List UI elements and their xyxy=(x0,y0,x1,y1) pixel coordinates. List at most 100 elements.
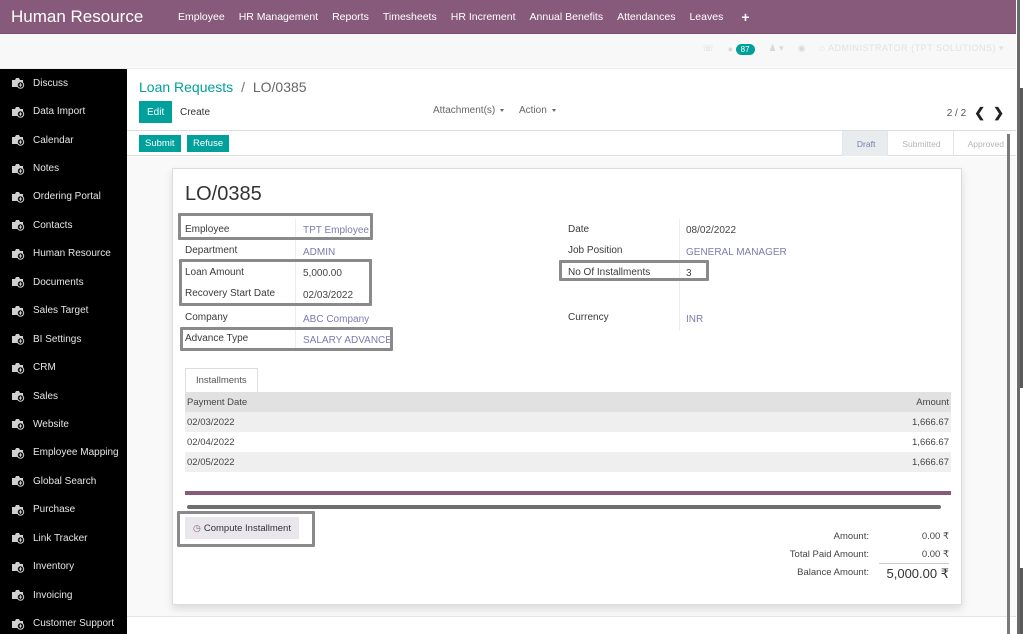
sidebar-item-label: CRM xyxy=(33,362,56,374)
pager-prev-icon[interactable]: ❮ xyxy=(974,105,985,121)
scrollbar-thumb[interactable] xyxy=(1020,568,1023,634)
sidebar-item-purchase[interactable]: Purchase xyxy=(0,496,127,524)
caret-down-icon xyxy=(551,108,556,112)
sidebar-item-label: Global Search xyxy=(33,475,97,487)
app-icon xyxy=(11,475,25,488)
balance-value: 5,000.00 ₹ xyxy=(879,562,949,582)
sidebar-item-discuss[interactable]: Discuss xyxy=(0,69,127,97)
app-icon xyxy=(11,248,25,260)
menu-attendances[interactable]: Attendances xyxy=(617,11,675,23)
payment-date-cell: 02/04/2022 xyxy=(187,436,235,448)
sidebar-item-human-resource[interactable]: Human Resource xyxy=(0,240,127,268)
activity-icon[interactable]: ♟ ▾ xyxy=(769,43,784,54)
sidebar-item-label: Contacts xyxy=(33,219,73,231)
menu-hr-management[interactable]: HR Management xyxy=(239,11,318,23)
sidebar-item-calendar[interactable]: Calendar xyxy=(0,126,127,154)
sidebar-item-label: Customer Support xyxy=(33,618,115,630)
menu-employee[interactable]: Employee xyxy=(178,11,225,23)
menu-timesheets[interactable]: Timesheets xyxy=(383,11,437,23)
amount-value: 0.00 ₹ xyxy=(921,530,949,542)
add-menu-icon[interactable]: + xyxy=(741,9,749,25)
amount-cell: 1,666.67 xyxy=(912,416,949,428)
attachments-dropdown[interactable]: Attachment(s) xyxy=(433,105,505,116)
horizontal-scrollbar[interactable] xyxy=(187,505,941,509)
app-icon xyxy=(11,77,25,89)
currency-label: Currency xyxy=(568,312,609,323)
scrollbar-thumb[interactable] xyxy=(1020,88,1023,388)
stage-submitted[interactable]: Submitted xyxy=(887,131,952,156)
phone-icon[interactable]: ☏ xyxy=(702,43,713,54)
app-icon xyxy=(11,504,25,516)
sidebar-item-documents[interactable]: Documents xyxy=(0,268,127,296)
total-paid-value: 0.00 ₹ xyxy=(921,548,949,560)
table-row[interactable]: 02/04/2022 1,666.67 xyxy=(185,432,951,452)
sidebar-item-global-search[interactable]: Global Search xyxy=(0,467,127,495)
payment-date-cell: 02/03/2022 xyxy=(187,416,235,428)
sidebar-item-inventory[interactable]: Inventory xyxy=(0,552,127,580)
job-position-field[interactable]: GENERAL MANAGER xyxy=(686,247,787,258)
totals-summary: Amount: 0.00 ₹ Total Paid Amount: 0.00 ₹… xyxy=(689,527,949,581)
breadcrumb-current: LO/0385 xyxy=(252,79,307,95)
sidebar-item-crm[interactable]: CRM xyxy=(0,353,127,381)
table-row[interactable]: 02/03/2022 1,666.67 xyxy=(185,412,951,432)
create-button[interactable]: Create xyxy=(180,101,210,123)
app-sidebar: Discuss Data Import Calendar Notes Ordering … xyxy=(0,69,127,634)
pager-next-icon[interactable]: ❯ xyxy=(993,105,1004,121)
menu-reports[interactable]: Reports xyxy=(332,11,369,23)
sidebar-item-data-import[interactable]: Data Import xyxy=(0,97,127,125)
clock-icon[interactable]: ◉ xyxy=(798,43,806,54)
balance-label: Balance Amount: xyxy=(797,566,869,578)
action-dropdown[interactable]: Action xyxy=(519,105,556,116)
form-statusbar: Submit Refuse Draft Submitted Approved xyxy=(127,131,1016,156)
sidebar-item-link-tracker[interactable]: Link Tracker xyxy=(0,524,127,552)
menu-leaves[interactable]: Leaves xyxy=(689,11,723,23)
total-amount-row: Amount: 0.00 ₹ xyxy=(689,527,949,545)
department-label: Department xyxy=(185,245,238,256)
main-menu: Employee HR Management Reports Timesheet… xyxy=(178,9,750,25)
refuse-button[interactable]: Refuse xyxy=(187,135,230,152)
pager: 2 / 2 ❮ ❯ xyxy=(947,105,1004,121)
menu-annual-benefits[interactable]: Annual Benefits xyxy=(530,11,604,23)
sidebar-item-customer-support[interactable]: Customer Support xyxy=(0,609,127,634)
sidebar-item-ordering-portal[interactable]: Ordering Portal xyxy=(0,183,127,211)
sidebar-item-employee-mapping[interactable]: Employee Mapping xyxy=(0,439,127,467)
app-icon xyxy=(11,163,25,175)
app-title[interactable]: Human Resource xyxy=(0,7,178,27)
sidebar-item-label: Documents xyxy=(33,276,84,288)
form-scrollbar[interactable] xyxy=(1007,134,1010,634)
record-title: LO/0385 xyxy=(185,183,262,205)
sidebar-item-notes[interactable]: Notes xyxy=(0,154,127,182)
sidebar-item-website[interactable]: Website xyxy=(0,410,127,438)
breadcrumb-loan-requests[interactable]: Loan Requests xyxy=(139,79,233,95)
chat-icon[interactable]: ● 87 xyxy=(728,43,755,55)
date-field[interactable]: 08/02/2022 xyxy=(686,225,736,236)
sidebar-item-sales-target[interactable]: Sales Target xyxy=(0,297,127,325)
top-navbar: Human Resource Employee HR Management Re… xyxy=(0,0,1016,34)
company-field[interactable]: ABC Company xyxy=(303,314,369,325)
edit-button[interactable]: Edit xyxy=(139,101,173,123)
highlight-box-loan xyxy=(179,259,372,306)
sidebar-item-label: Ordering Portal xyxy=(33,191,101,203)
sidebar-item-contacts[interactable]: Contacts xyxy=(0,211,127,239)
tab-installments[interactable]: Installments xyxy=(185,368,258,392)
sidebar-item-sales[interactable]: Sales xyxy=(0,382,127,410)
user-menu[interactable]: ⌂ ADMINISTRATOR (TPT SOLUTIONS) ▾ xyxy=(820,43,1005,54)
sidebar-item-label: BI Settings xyxy=(33,333,82,345)
currency-field[interactable]: INR xyxy=(686,314,703,325)
pager-value[interactable]: 2 / 2 xyxy=(947,108,966,119)
department-field[interactable]: ADMIN xyxy=(303,247,335,258)
submit-button[interactable]: Submit xyxy=(139,135,181,152)
form-sheet: LO/0385 Employee TPT Employee Department… xyxy=(172,168,962,605)
app-icon xyxy=(11,276,25,288)
systray: ☏ ● 87 ♟ ▾ ◉ ⌂ ADMINISTRATOR (TPT SOLUTI… xyxy=(702,43,1005,55)
sidebar-item-invoicing[interactable]: Invoicing xyxy=(0,581,127,609)
company-label: Company xyxy=(185,312,228,323)
sidebar-item-bi-settings[interactable]: BI Settings xyxy=(0,325,127,353)
column-amount[interactable]: Amount xyxy=(916,397,949,408)
column-payment-date[interactable]: Payment Date xyxy=(187,397,247,408)
total-paid-row: Total Paid Amount: 0.00 ₹ xyxy=(689,545,949,563)
menu-hr-increment[interactable]: HR Increment xyxy=(451,11,516,23)
stage-draft[interactable]: Draft xyxy=(841,131,888,156)
table-row[interactable]: 02/05/2022 1,666.67 xyxy=(185,452,951,472)
app-icon xyxy=(11,362,25,374)
